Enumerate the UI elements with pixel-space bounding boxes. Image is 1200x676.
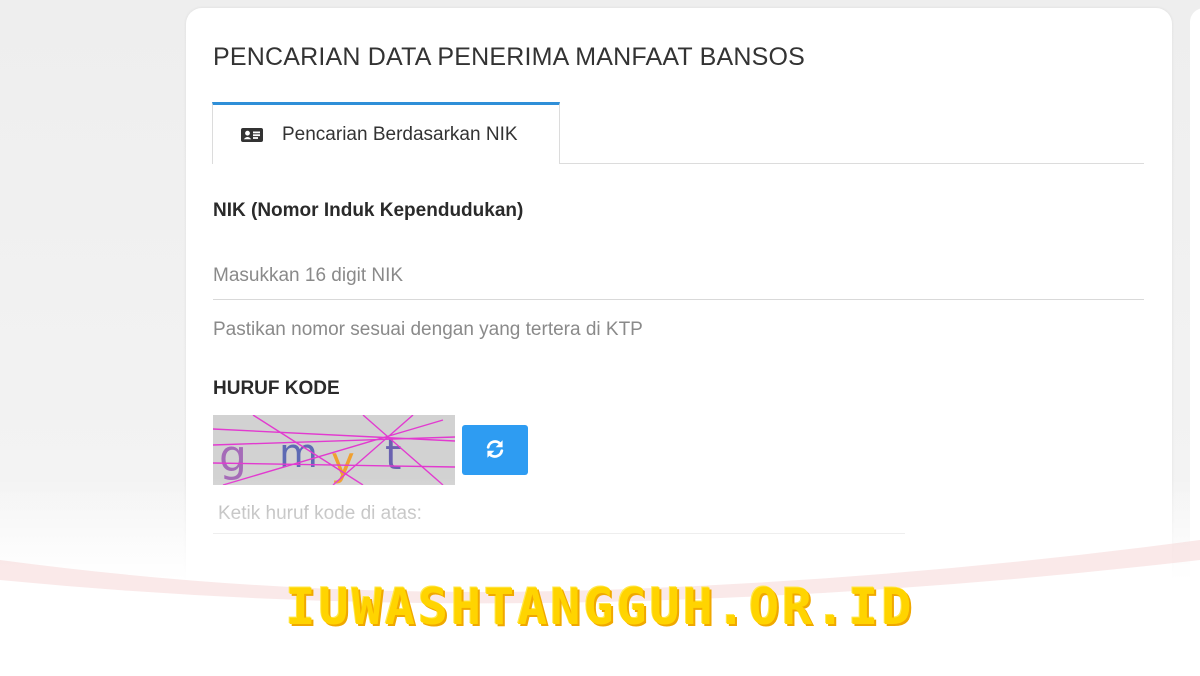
form-title: PENCARIAN DATA PENERIMA MANFAAT BANSOS <box>213 43 805 71</box>
id-card-icon <box>241 127 263 142</box>
refresh-icon <box>484 438 506 463</box>
nik-help-text: Pastikan nomor sesuai dengan yang terter… <box>213 319 643 340</box>
nik-input[interactable] <box>213 252 1144 300</box>
captcha-label: HURUF KODE <box>213 378 340 399</box>
svg-text:g: g <box>219 431 247 482</box>
nik-label: NIK (Nomor Induk Kependudukan) <box>213 200 524 221</box>
svg-text:m: m <box>279 431 318 477</box>
refresh-captcha-button[interactable] <box>462 425 528 475</box>
tab-search-by-nik[interactable]: Pencarian Berdasarkan NIK <box>212 102 560 164</box>
captcha-image: g m y t <box>213 415 455 485</box>
tab-label: Pencarian Berdasarkan NIK <box>282 123 518 145</box>
site-watermark: IUWASHTANGGUH.OR.ID <box>285 578 915 636</box>
